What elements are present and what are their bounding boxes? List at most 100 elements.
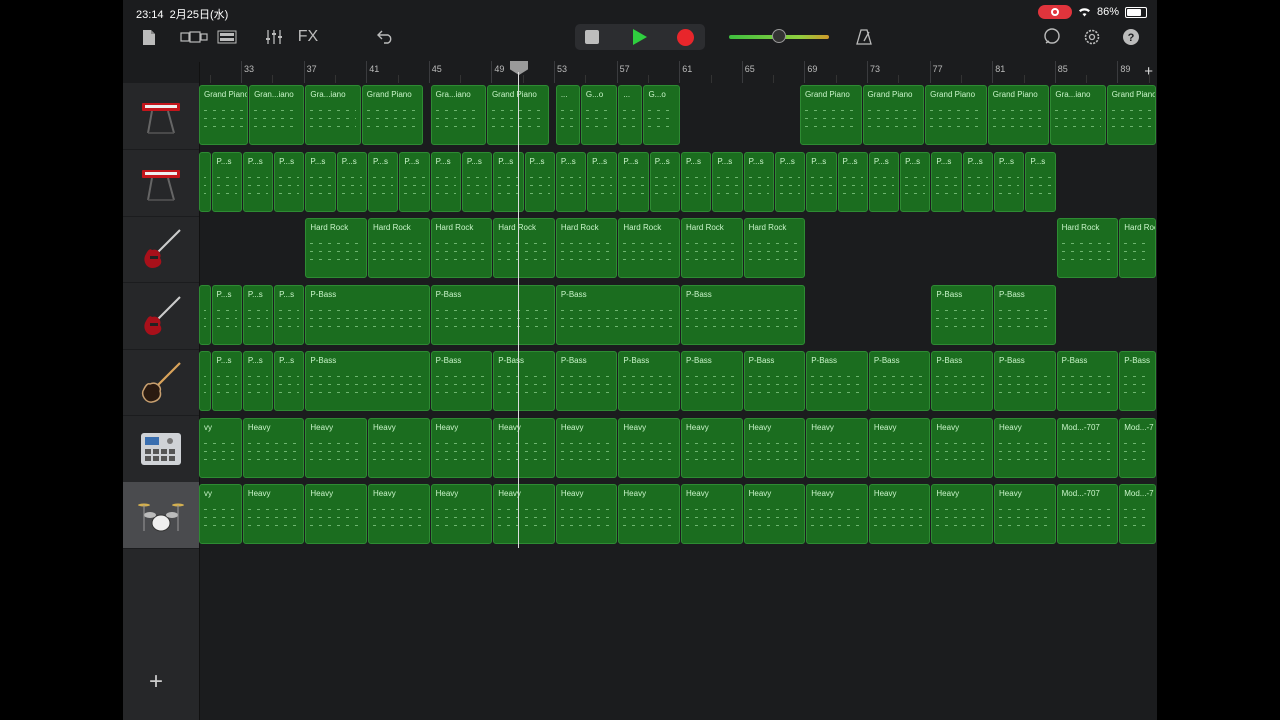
region[interactable]: Heavy bbox=[868, 417, 931, 478]
region[interactable]: P-Bass bbox=[743, 351, 806, 411]
region[interactable]: P...s bbox=[900, 151, 931, 212]
region[interactable]: Grand Piano bbox=[925, 85, 987, 145]
settings-icon[interactable] bbox=[1081, 24, 1103, 50]
track-header-electric-guitar-1[interactable] bbox=[123, 216, 199, 283]
track-header-drum-kit[interactable] bbox=[123, 482, 199, 549]
region[interactable]: Mod...-707 bbox=[1056, 484, 1119, 544]
region[interactable]: vy bbox=[199, 484, 242, 544]
region[interactable]: Grand Piano bbox=[799, 85, 862, 145]
track-header-electric-guitar-2[interactable] bbox=[123, 283, 199, 350]
region[interactable]: P...s bbox=[336, 151, 368, 212]
region[interactable]: P...s bbox=[1025, 151, 1056, 212]
add-track-button[interactable]: + bbox=[149, 668, 163, 696]
region[interactable]: Grand Piano bbox=[361, 85, 424, 145]
region[interactable]: P-Bass bbox=[430, 284, 555, 345]
region[interactable]: P...s bbox=[211, 151, 242, 212]
region[interactable]: P...s bbox=[774, 151, 806, 212]
region[interactable]: Heavy bbox=[430, 417, 493, 478]
region[interactable]: P...s bbox=[743, 151, 774, 212]
region[interactable]: P-Bass bbox=[681, 351, 743, 411]
region[interactable]: P-Bass bbox=[618, 351, 680, 411]
region[interactable]: P...s bbox=[962, 151, 994, 212]
region[interactable]: P-Bass bbox=[931, 351, 993, 411]
region[interactable]: P...s bbox=[712, 151, 743, 212]
region[interactable]: Mod...-7 bbox=[1119, 484, 1156, 544]
region[interactable]: P-Bass bbox=[430, 351, 493, 411]
region[interactable]: Hard Rock bbox=[305, 218, 367, 278]
track-header-bass-guitar[interactable] bbox=[123, 349, 199, 416]
region[interactable]: Heavy bbox=[493, 484, 555, 544]
metronome-icon[interactable] bbox=[853, 24, 875, 50]
region[interactable]: Gra...iano bbox=[1050, 85, 1106, 145]
region[interactable]: Heavy bbox=[931, 417, 993, 478]
region[interactable]: Hard Rock bbox=[1119, 218, 1156, 278]
track-header-keyboard-2[interactable] bbox=[123, 150, 199, 217]
region[interactable]: P...s bbox=[399, 151, 430, 212]
track-header-keyboard-1[interactable] bbox=[123, 83, 199, 150]
region[interactable]: P-Bass bbox=[994, 351, 1056, 411]
region[interactable]: Hard Rock bbox=[430, 218, 493, 278]
region[interactable]: Heavy bbox=[806, 417, 868, 478]
document-icon[interactable] bbox=[139, 24, 159, 50]
region[interactable]: Heavy bbox=[493, 417, 555, 478]
region[interactable]: Heavy bbox=[618, 417, 680, 478]
region[interactable]: P...s bbox=[618, 151, 649, 212]
region[interactable]: Heavy bbox=[368, 484, 430, 544]
region[interactable]: Heavy bbox=[681, 484, 743, 544]
region[interactable]: P-Bass bbox=[994, 284, 1056, 345]
region[interactable]: P...s bbox=[994, 151, 1025, 212]
region[interactable]: G...o bbox=[580, 85, 618, 145]
region[interactable]: Heavy bbox=[305, 484, 367, 544]
region[interactable]: P-Bass bbox=[305, 351, 430, 411]
region[interactable]: G...o bbox=[643, 85, 680, 145]
region[interactable]: P-Bass bbox=[305, 284, 430, 345]
region[interactable]: P-Bass bbox=[868, 351, 931, 411]
region[interactable]: P-Bass bbox=[493, 351, 555, 411]
region[interactable]: Hard Rock bbox=[493, 218, 555, 278]
region[interactable]: vy bbox=[199, 417, 242, 478]
region[interactable]: Heavy bbox=[743, 484, 806, 544]
region[interactable] bbox=[199, 151, 211, 212]
region[interactable]: P...s bbox=[931, 151, 962, 212]
region[interactable]: ... bbox=[618, 85, 643, 145]
region[interactable]: P...s bbox=[368, 151, 399, 212]
region[interactable] bbox=[199, 351, 211, 411]
region[interactable]: Gra...iano bbox=[430, 85, 486, 145]
region[interactable]: P-Bass bbox=[681, 284, 806, 345]
region[interactable]: Heavy bbox=[242, 484, 305, 544]
help-icon[interactable]: ? bbox=[1120, 24, 1142, 50]
region[interactable] bbox=[199, 284, 211, 345]
region[interactable]: Gra...iano bbox=[305, 85, 361, 145]
region[interactable]: P-Bass bbox=[1056, 351, 1119, 411]
region[interactable]: Heavy bbox=[305, 417, 367, 478]
region[interactable]: P...s bbox=[806, 151, 837, 212]
stop-button[interactable] bbox=[585, 30, 599, 44]
region[interactable]: Heavy bbox=[681, 417, 743, 478]
undo-icon[interactable] bbox=[375, 24, 397, 50]
region[interactable]: P...s bbox=[274, 284, 305, 345]
region[interactable]: Heavy bbox=[994, 417, 1056, 478]
region[interactable]: Hard Rock bbox=[555, 218, 618, 278]
region[interactable]: Grand Piano bbox=[1106, 85, 1156, 145]
region[interactable]: Heavy bbox=[242, 417, 305, 478]
region[interactable]: P...s bbox=[242, 284, 274, 345]
region[interactable]: Mod...-707 bbox=[1056, 417, 1119, 478]
region[interactable]: P...s bbox=[242, 351, 274, 411]
volume-knob[interactable] bbox=[772, 29, 786, 43]
region[interactable]: Hard Rock bbox=[743, 218, 806, 278]
region[interactable]: Heavy bbox=[868, 484, 931, 544]
track-header-beat-sequencer[interactable] bbox=[123, 416, 199, 483]
fx-button[interactable]: FX bbox=[295, 24, 321, 50]
region[interactable]: P...s bbox=[837, 151, 868, 212]
track-view-icon[interactable] bbox=[215, 24, 239, 50]
region[interactable]: P...s bbox=[555, 151, 587, 212]
region[interactable]: P-Bass bbox=[1119, 351, 1156, 411]
region[interactable]: P-Bass bbox=[931, 284, 993, 345]
region[interactable]: Heavy bbox=[430, 484, 493, 544]
region[interactable]: Heavy bbox=[931, 484, 993, 544]
loop-icon[interactable] bbox=[1041, 24, 1063, 50]
timeline-ruler[interactable]: + 33 37 41 45 49 53 57 61 65 69 73 77 81 85 89 bbox=[199, 61, 1157, 83]
region[interactable]: Hard Rock bbox=[368, 218, 430, 278]
region[interactable]: P...s bbox=[461, 151, 493, 212]
region[interactable]: Grand Piano bbox=[199, 85, 249, 145]
